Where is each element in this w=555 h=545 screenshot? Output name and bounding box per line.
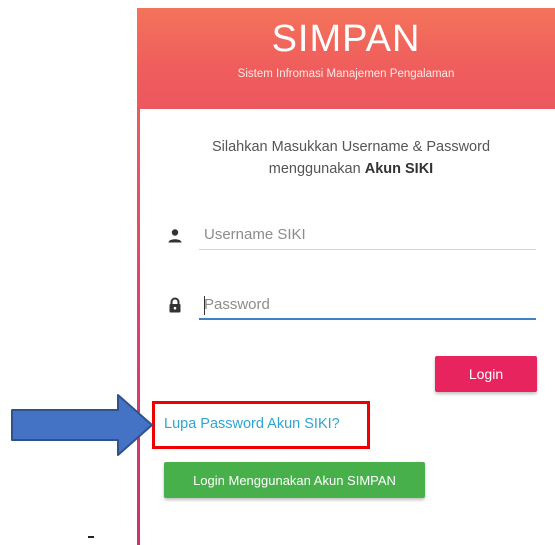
login-header: SIMPAN Sistem Infromasi Manajemen Pengal… — [137, 8, 555, 109]
login-button[interactable]: Login — [435, 356, 537, 392]
forgot-password-link[interactable]: Lupa Password Akun SIKI? — [164, 416, 340, 432]
login-instructions: Silahkan Masukkan Username & Password me… — [157, 136, 545, 180]
arrow-right-icon — [11, 394, 153, 456]
username-input[interactable] — [199, 220, 536, 250]
stray-dash-mark — [88, 536, 94, 538]
text-cursor — [204, 296, 205, 315]
password-input[interactable] — [199, 290, 536, 320]
app-title: SIMPAN — [271, 18, 421, 60]
instructions-line-1: Silahkan Masukkan Username & Password — [211, 139, 491, 155]
lock-icon — [169, 297, 181, 313]
app-subtitle: Sistem Infromasi Manajemen Pengalaman — [237, 68, 455, 80]
login-simpan-button[interactable]: Login Menggunakan Akun SIMPAN — [164, 462, 425, 498]
instructions-line-2: menggunakan Akun SIKI — [157, 158, 545, 180]
instructions-account-name: Akun SIKI — [364, 161, 434, 177]
instructions-text: menggunakan — [268, 161, 365, 177]
person-icon — [168, 229, 182, 243]
